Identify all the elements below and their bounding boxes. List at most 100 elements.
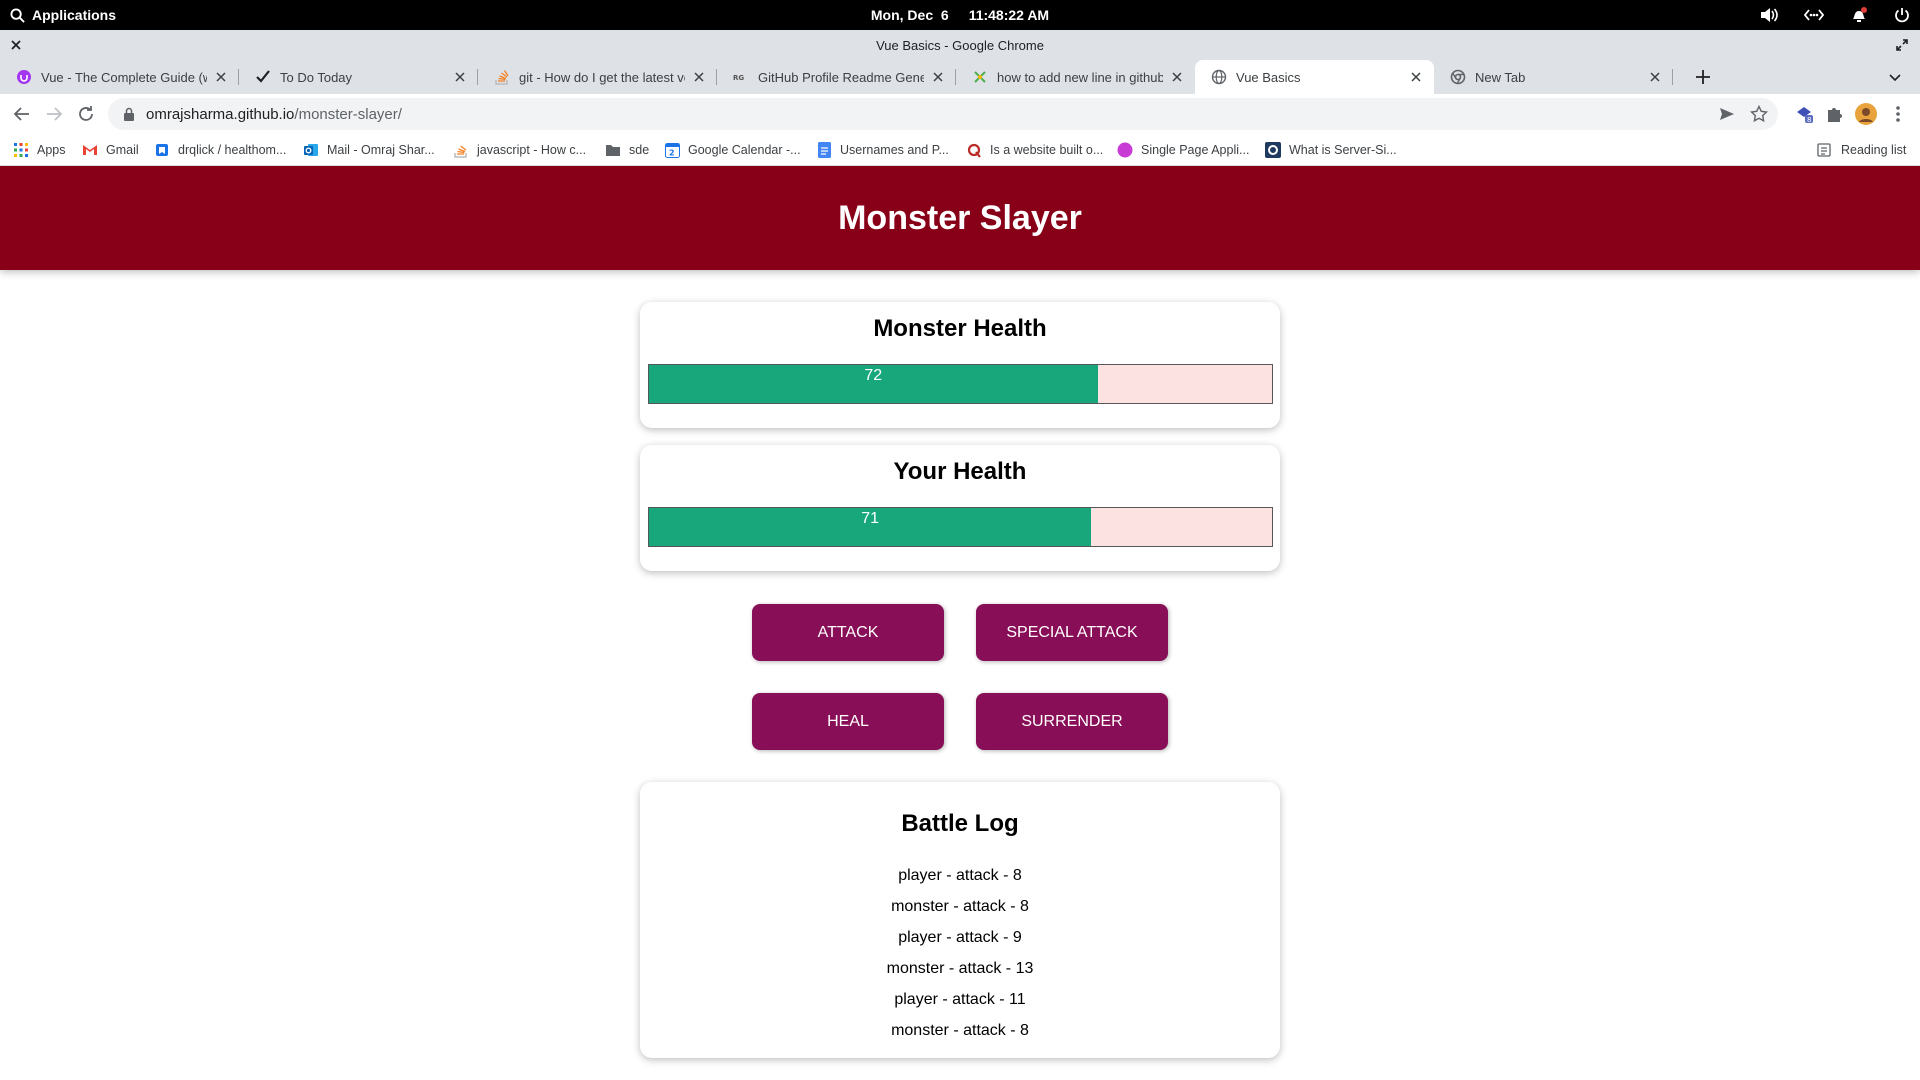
bookmark-drqlick[interactable]: drqlick / healthom... — [154, 134, 286, 166]
bookmark-usernames[interactable]: Usernames and P... — [816, 134, 949, 166]
bookmark-apps[interactable]: Apps — [13, 134, 66, 166]
bookmark-gmail[interactable]: Gmail — [82, 134, 139, 166]
applications-menu[interactable]: Applications — [10, 0, 116, 30]
bookmark-label: Usernames and P... — [840, 143, 949, 157]
docs-icon — [816, 142, 832, 158]
bookmark-label: sde — [629, 143, 650, 157]
extensions-puzzle-icon[interactable] — [1824, 104, 1844, 124]
tab-vue-basics[interactable]: Vue Basics — [1195, 60, 1434, 94]
close-tab-icon[interactable] — [691, 69, 707, 85]
folder-icon — [605, 142, 621, 158]
tab-label: how to add new line in github readme — [997, 69, 1163, 85]
heal-button[interactable]: HEAL — [752, 693, 944, 750]
tab-git-latest-version[interactable]: git - How do I get the latest version — [478, 60, 717, 94]
bookmark-label: Mail - Omraj Shar... — [327, 143, 435, 157]
extension-badge-icon[interactable]: 8 — [1794, 104, 1814, 124]
bookmark-label: javascript - How c... — [477, 143, 587, 157]
player-health-bar: 71 — [648, 507, 1273, 547]
surrender-button[interactable]: SURRENDER — [976, 693, 1168, 750]
close-tab-icon[interactable] — [1408, 69, 1424, 85]
tab-label: Vue - The Complete Guide (w/ Router, Vue… — [41, 69, 207, 85]
tab-label: git - How do I get the latest version — [519, 69, 685, 85]
svg-text:2: 2 — [669, 148, 675, 157]
tab-label: To Do Today — [280, 69, 353, 85]
page-content: Monster Slayer Monster Health 72 Your He… — [0, 166, 1920, 1080]
reading-list[interactable]: Reading list — [1817, 134, 1906, 166]
battle-log-heading: Battle Log — [901, 810, 1019, 837]
page-title: Monster Slayer — [838, 198, 1082, 237]
tab-github-profile-readme[interactable]: RG GitHub Profile Readme Generator — [717, 60, 956, 94]
send-tab-icon[interactable] — [1718, 105, 1736, 123]
player-health-card: Your Health 71 — [640, 445, 1280, 571]
close-tab-icon[interactable] — [930, 69, 946, 85]
checkmark-icon — [255, 69, 271, 85]
close-tab-icon[interactable] — [452, 69, 468, 85]
system-tray — [1760, 0, 1910, 30]
tab-label: GitHub Profile Readme Generator — [758, 69, 924, 85]
clock-date[interactable]: Mon, Dec 6 — [871, 7, 949, 23]
special-attack-button[interactable]: SPECIAL ATTACK — [976, 604, 1168, 661]
address-bar[interactable]: omrajsharma.github.io/monster-slayer/ — [108, 98, 1778, 130]
battle-log-list: player - attack - 8 monster - attack - 8… — [640, 860, 1280, 1046]
outlook-icon — [303, 142, 319, 158]
svg-text:8: 8 — [1807, 116, 1811, 124]
monster-health-bar: 72 — [648, 364, 1273, 404]
new-tab-plus-icon[interactable] — [1693, 67, 1713, 87]
url-path: /monster-slayer/ — [294, 105, 402, 123]
back-arrow-icon[interactable] — [12, 104, 32, 124]
attack-button[interactable]: ATTACK — [752, 604, 944, 661]
close-tab-icon[interactable] — [1647, 69, 1663, 85]
star-icon — [972, 69, 988, 85]
chevron-down-icon[interactable] — [1887, 69, 1903, 85]
tab-new-tab[interactable]: New Tab — [1434, 60, 1673, 94]
close-tab-icon[interactable] — [1169, 69, 1185, 85]
volume-icon[interactable] — [1760, 7, 1778, 23]
lock-icon[interactable] — [122, 107, 136, 121]
stackoverflow-icon — [453, 142, 469, 158]
bookmark-star-icon[interactable] — [1750, 105, 1768, 123]
close-tab-icon[interactable] — [213, 69, 229, 85]
tab-strip: Vue - The Complete Guide (w/ Router, Vue… — [0, 60, 1920, 94]
reload-icon[interactable] — [76, 104, 96, 124]
chrome-icon — [1450, 69, 1466, 85]
bookmark-google-calendar[interactable]: 2 Google Calendar -... — [664, 134, 801, 166]
battle-log-entry: monster - attack - 8 — [891, 1022, 1029, 1039]
tab-vue-complete-guide[interactable]: Vue - The Complete Guide (w/ Router, Vue… — [0, 60, 239, 94]
tab-label: New Tab — [1475, 69, 1526, 85]
clock-time[interactable]: 11:48:22 AM — [969, 7, 1049, 23]
bookmark-label: Google Calendar -... — [688, 143, 801, 157]
game-header: Monster Slayer — [0, 166, 1920, 270]
bookmark-folder-sde[interactable]: sde — [605, 134, 649, 166]
tab-label: Vue Basics — [1236, 69, 1301, 85]
forward-arrow-icon[interactable] — [44, 104, 64, 124]
search-icon — [10, 7, 25, 23]
bookmark-server-side[interactable]: What is Server-Si... — [1265, 134, 1397, 166]
monster-health-heading: Monster Health — [873, 315, 1047, 342]
monster-health-card: Monster Health 72 — [640, 302, 1280, 428]
window-restore-icon[interactable] — [1894, 37, 1910, 53]
reading-list-label: Reading list — [1841, 143, 1907, 157]
window-title: Vue Basics - Google Chrome — [876, 37, 1044, 53]
bookmark-javascript[interactable]: javascript - How c... — [453, 134, 586, 166]
tab-to-do-today[interactable]: To Do Today — [239, 60, 478, 94]
bookmark-icon — [154, 142, 170, 158]
profile-avatar[interactable] — [1855, 103, 1877, 125]
stackoverflow-icon — [494, 69, 510, 85]
power-icon[interactable] — [1894, 7, 1910, 23]
bookmark-mail-omraj[interactable]: Mail - Omraj Shar... — [303, 134, 435, 166]
browser-toolbar: omrajsharma.github.io/monster-slayer/ 8 — [0, 94, 1920, 134]
reading-list-icon — [1817, 142, 1833, 158]
network-icon[interactable] — [1804, 7, 1824, 23]
tab-new-line-github-readme[interactable]: how to add new line in github readme — [956, 60, 1195, 94]
bookmark-single-page-app[interactable]: Single Page Appli... — [1117, 134, 1249, 166]
window-title-bar: Vue Basics - Google Chrome — [0, 30, 1920, 60]
notification-bell-icon[interactable] — [1850, 6, 1868, 24]
dot-icon — [1117, 142, 1133, 158]
bookmark-label: Apps — [37, 143, 66, 157]
clock: Mon, Dec 6 11:48:22 AM — [0, 0, 1920, 30]
url-host: omrajsharma.github.io — [146, 105, 295, 123]
more-menu-icon[interactable] — [1888, 104, 1908, 124]
bookmark-website-built[interactable]: Is a website built o... — [966, 134, 1103, 166]
bookmark-label: drqlick / healthom... — [178, 143, 287, 157]
apps-grid-icon — [13, 142, 29, 158]
